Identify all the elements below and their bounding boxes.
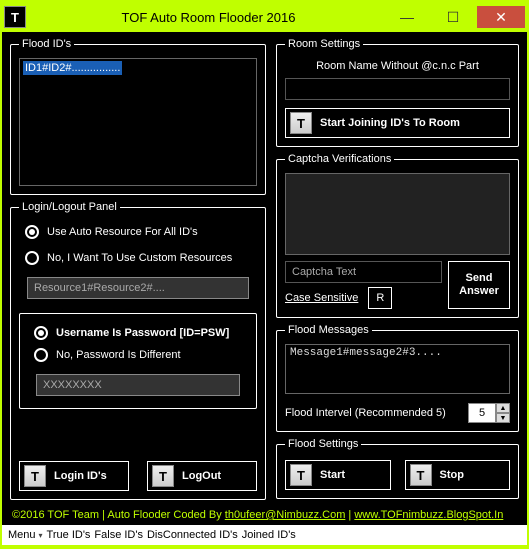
flood-messages-group: Flood Messages Message1#message2#3.... F… (276, 324, 519, 432)
footer-credits-prefix: | Auto Flooder Coded By (99, 509, 225, 521)
flood-ids-legend: Flood ID's (19, 38, 74, 50)
captcha-text-input[interactable] (285, 261, 442, 283)
custom-resource-radio[interactable]: No, I Want To Use Custom Resources (25, 251, 257, 265)
stop-button[interactable]: T Stop (405, 460, 511, 490)
flood-settings-group: Flood Settings T Start T Stop (276, 438, 519, 499)
radio-icon (34, 326, 48, 340)
login-button[interactable]: T Login ID's (19, 461, 129, 491)
spinner-up-icon[interactable]: ▲ (496, 403, 510, 413)
start-button[interactable]: T Start (285, 460, 391, 490)
footer-sep: | (345, 509, 354, 521)
footer-url[interactable]: www.TOFnimbuzz.BlogSpot.In (354, 509, 503, 521)
t-icon: T (290, 112, 312, 134)
t-icon: T (152, 465, 174, 487)
flood-ids-textarea[interactable]: ID1#ID2#................ (19, 58, 257, 186)
footer-copyright: ©2016 TOF Team (12, 509, 99, 521)
start-button-label: Start (320, 469, 345, 481)
password-group: Username Is Password [ID=PSW] No, Passwo… (19, 313, 257, 409)
app-icon: T (4, 6, 26, 28)
username-is-password-radio[interactable]: Username Is Password [ID=PSW] (34, 326, 248, 340)
resource-input[interactable] (27, 277, 249, 299)
room-settings-legend: Room Settings (285, 38, 363, 50)
menubar: Menu True ID's False ID's DisConnected I… (2, 525, 527, 545)
stop-button-label: Stop (440, 469, 464, 481)
spinner-down-icon[interactable]: ▼ (496, 413, 510, 423)
captcha-image (285, 173, 510, 255)
footer: ©2016 TOF Team | Auto Flooder Coded By t… (10, 506, 519, 523)
flood-ids-group: Flood ID's ID1#ID2#................ (10, 38, 266, 195)
radio-icon (34, 348, 48, 362)
maximize-button[interactable]: ☐ (431, 6, 475, 28)
login-logout-panel: Login/Logout Panel Use Auto Resource For… (10, 201, 266, 500)
login-panel-legend: Login/Logout Panel (19, 201, 120, 213)
interval-spinner[interactable]: ▲ ▼ (468, 403, 510, 423)
room-settings-group: Room Settings Room Name Without @c.n.c P… (276, 38, 519, 147)
password-different-radio[interactable]: No, Password Is Different (34, 348, 248, 362)
interval-value[interactable] (468, 403, 496, 423)
captcha-group: Captcha Verifications Case Sensitive R S… (276, 153, 519, 318)
password-input[interactable] (36, 374, 240, 396)
client-area: Flood ID's ID1#ID2#................ Logi… (2, 32, 527, 525)
logout-button[interactable]: T LogOut (147, 461, 257, 491)
app-window: T TOF Auto Room Flooder 2016 — ☐ ✕ Flood… (2, 2, 527, 545)
room-name-input[interactable] (285, 78, 510, 100)
start-joining-label: Start Joining ID's To Room (320, 117, 460, 129)
window-title: TOF Auto Room Flooder 2016 (32, 10, 385, 25)
room-name-label: Room Name Without @c.n.c Part (285, 60, 510, 72)
footer-email: th0ufeer@Nimbuzz.Com (225, 509, 346, 521)
captcha-legend: Captcha Verifications (285, 153, 394, 165)
captcha-refresh-button[interactable]: R (368, 287, 392, 309)
t-icon: T (290, 464, 312, 486)
send-answer-button[interactable]: SendAnswer (448, 261, 510, 309)
close-button[interactable]: ✕ (477, 6, 525, 28)
case-sensitive-label: Case Sensitive (285, 292, 358, 304)
flood-messages-legend: Flood Messages (285, 324, 372, 336)
minimize-button[interactable]: — (385, 6, 429, 28)
menu-menu[interactable]: Menu (8, 529, 43, 541)
menu-disconnected-ids[interactable]: DisConnected ID's (147, 529, 238, 541)
titlebar: T TOF Auto Room Flooder 2016 — ☐ ✕ (2, 2, 527, 32)
t-icon: T (410, 464, 432, 486)
interval-label: Flood Intervel (Recommended 5) (285, 407, 446, 419)
auto-resource-radio[interactable]: Use Auto Resource For All ID's (25, 225, 257, 239)
radio-icon (25, 251, 39, 265)
radio-icon (25, 225, 39, 239)
menu-joined-ids[interactable]: Joined ID's (242, 529, 296, 541)
menu-false-ids[interactable]: False ID's (94, 529, 143, 541)
flood-messages-textarea[interactable]: Message1#message2#3.... (285, 344, 510, 394)
t-icon: T (24, 465, 46, 487)
logout-button-label: LogOut (182, 470, 221, 482)
flood-settings-legend: Flood Settings (285, 438, 361, 450)
menu-true-ids[interactable]: True ID's (47, 529, 91, 541)
start-joining-button[interactable]: T Start Joining ID's To Room (285, 108, 510, 138)
login-button-label: Login ID's (54, 470, 107, 482)
